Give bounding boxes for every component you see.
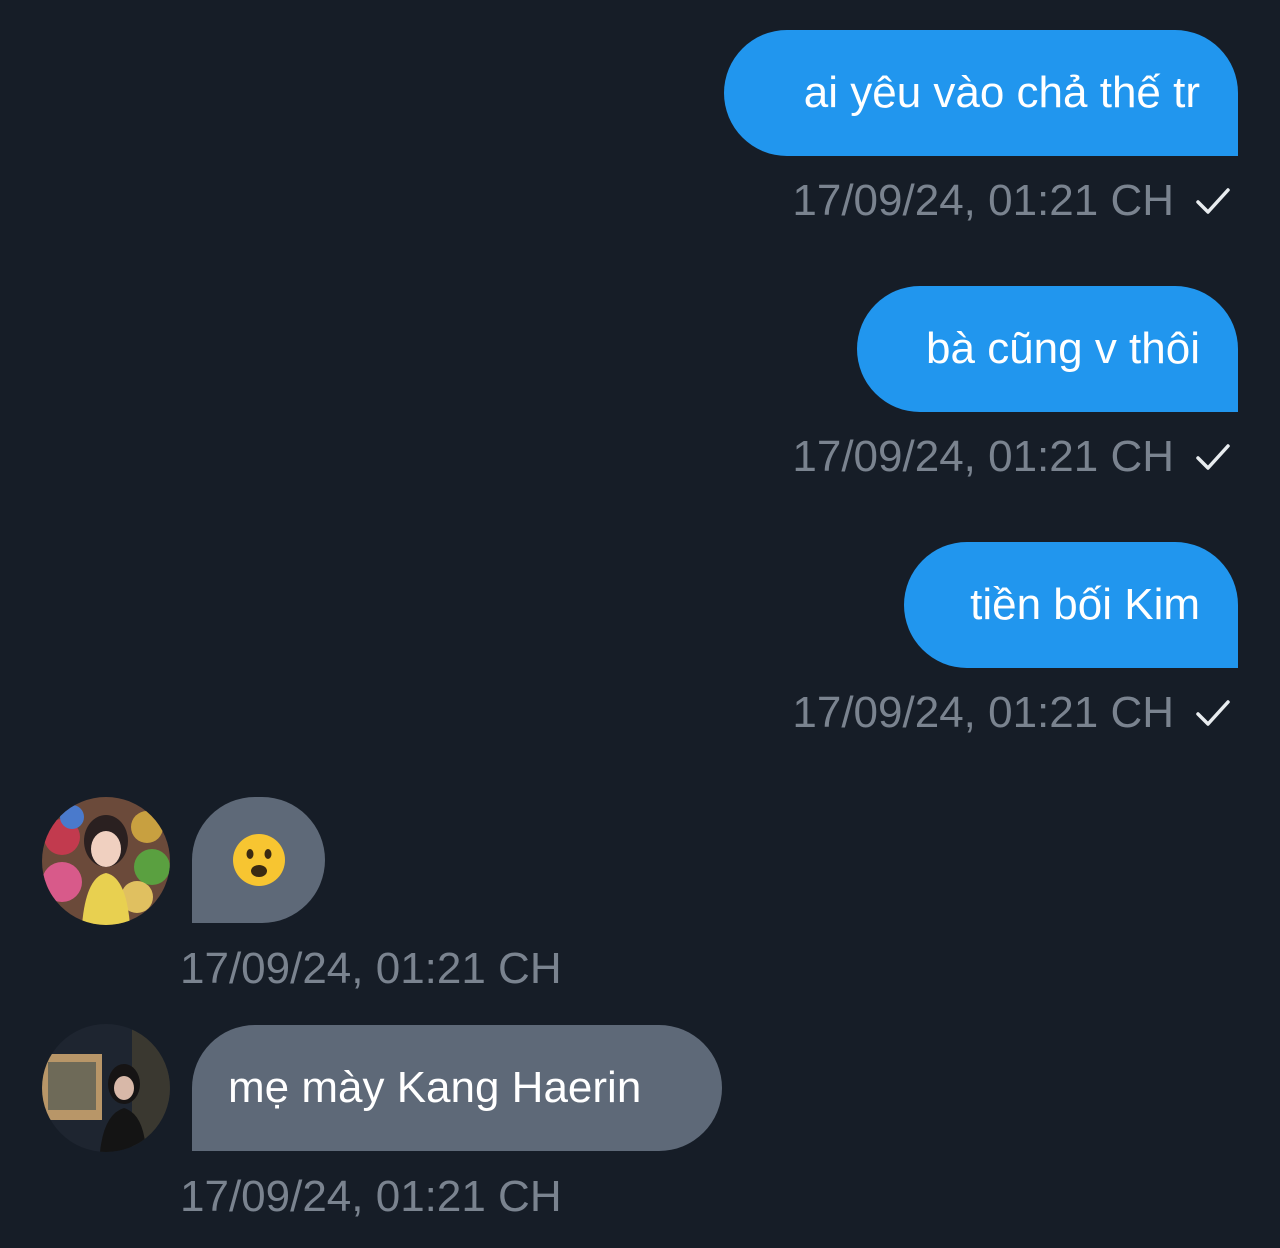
- message-text: bà cũng v thôi: [926, 324, 1200, 373]
- message-text: mẹ mày Kang Haerin: [228, 1063, 642, 1112]
- message-timestamp: 17/09/24, 01:21 CH: [180, 944, 562, 993]
- avatar-photo-icon: [42, 797, 170, 925]
- avatar[interactable]: [42, 1024, 170, 1152]
- message-meta: 17/09/24, 01:21 CH: [180, 944, 562, 994]
- message-timestamp: 17/09/24, 01:21 CH: [792, 176, 1174, 225]
- message-text: ai yêu vào chả thế tr: [803, 68, 1200, 117]
- outgoing-message-bubble[interactable]: bà cũng v thôi: [857, 286, 1238, 412]
- message-timestamp: 17/09/24, 01:21 CH: [792, 432, 1174, 481]
- avatar[interactable]: [42, 797, 170, 925]
- message-timestamp: 17/09/24, 01:21 CH: [792, 688, 1174, 737]
- message-meta: 17/09/24, 01:21 CH: [180, 1172, 562, 1222]
- check-icon: [1196, 698, 1230, 728]
- avatar-photo-icon: [42, 1024, 170, 1152]
- message-meta: 17/09/24, 01:21 CH: [792, 688, 1230, 738]
- incoming-message-bubble[interactable]: [192, 797, 325, 923]
- message-text: tiền bối Kim: [970, 580, 1200, 629]
- incoming-message-bubble[interactable]: mẹ mày Kang Haerin: [192, 1025, 722, 1151]
- message-meta: 17/09/24, 01:21 CH: [792, 432, 1230, 482]
- chat-view: ai yêu vào chả thế tr 17/09/24, 01:21 CH…: [0, 0, 1280, 1248]
- check-icon: [1196, 186, 1230, 216]
- outgoing-message-bubble[interactable]: tiền bối Kim: [904, 542, 1238, 668]
- outgoing-message-bubble[interactable]: ai yêu vào chả thế tr: [724, 30, 1238, 156]
- check-icon: [1196, 442, 1230, 472]
- message-timestamp: 17/09/24, 01:21 CH: [180, 1172, 562, 1221]
- message-meta: 17/09/24, 01:21 CH: [792, 176, 1230, 226]
- frowning-face-with-open-mouth-icon: [231, 832, 287, 888]
